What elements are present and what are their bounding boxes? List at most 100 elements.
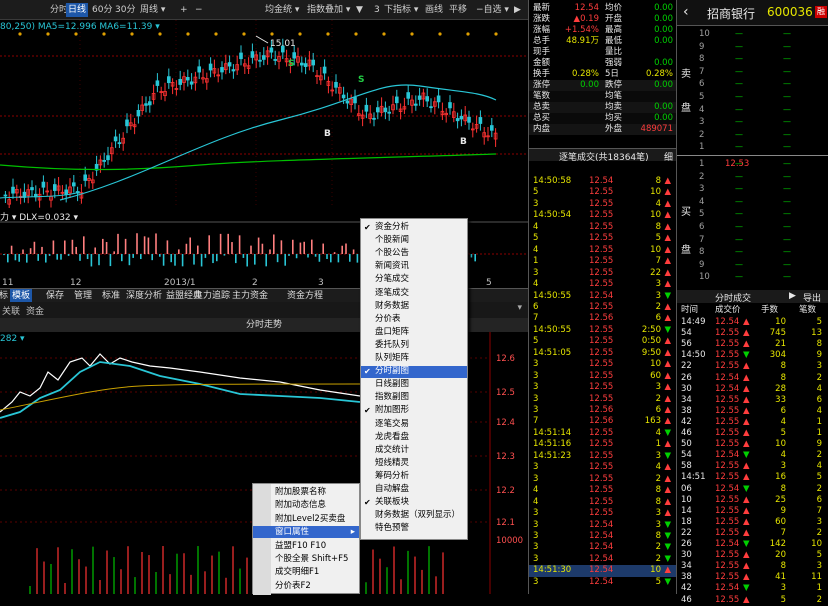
menu-item-12[interactable]: 日线副图 <box>361 379 467 391</box>
tick-row[interactable]: 14:51:1412.554▼ <box>529 428 677 440</box>
tick-row[interactable]: 312.553▲ <box>529 382 677 394</box>
tick-row[interactable]: 412.558▲ <box>529 497 677 509</box>
indicator-tab-4[interactable]: 标准 <box>100 289 122 303</box>
tick-row[interactable]: 312.542▼ <box>529 554 677 566</box>
scroll-right-icon[interactable]: ▶ <box>512 3 523 17</box>
tick-row[interactable]: 712.566▲ <box>529 313 677 325</box>
toolbar-item-5[interactable]: + <box>178 3 190 17</box>
tick-row[interactable]: 14:51:1612.551▲ <box>529 439 677 451</box>
tick-row[interactable]: 312.552▲ <box>529 474 677 486</box>
menu2-item-5[interactable]: 个股全景 Shift+F5 <box>253 553 359 565</box>
menu2-item-4[interactable]: 益盟F10 F10 <box>253 540 359 552</box>
tab-funds[interactable]: 资金 <box>26 304 44 317</box>
fs-row[interactable]: 3012.55▲205 <box>677 550 828 562</box>
toolbar-item-3[interactable]: 30分 <box>113 3 137 17</box>
menu-item-13[interactable]: 指数副图 <box>361 392 467 404</box>
fs-row[interactable]: 4212.55▲41 <box>677 417 828 429</box>
menu-item-17[interactable]: 成交统计 <box>361 445 467 457</box>
tick-row[interactable]: 14:51:2312.553▼ <box>529 451 677 463</box>
toolbar-item-8[interactable]: 指数叠加 ▾ <box>305 3 352 17</box>
tick-row[interactable]: 512.555▲ <box>529 233 677 245</box>
tick-row[interactable]: 412.558▲ <box>529 222 677 234</box>
fs-list[interactable]: 时间成交价手数笔数14:4912.54▲1055412.55▲745135612… <box>677 303 828 594</box>
tick-row[interactable]: 412.558▲ <box>529 485 677 497</box>
fs-row[interactable]: 3812.55▲64 <box>677 406 828 418</box>
indicator-tab-9[interactable]: 资金方程 <box>285 289 325 303</box>
tick-row[interactable]: 312.543▼ <box>529 520 677 532</box>
tick-row[interactable]: 712.56163▲ <box>529 416 677 428</box>
menu-item-16[interactable]: 龙虎看盘 <box>361 432 467 444</box>
tick-row[interactable]: 312.552▲ <box>529 394 677 406</box>
menu2-item-1[interactable]: 附加动态信息 <box>253 499 359 511</box>
tick-row[interactable]: 312.566▲ <box>529 405 677 417</box>
tick-row[interactable]: 312.554▲ <box>529 462 677 474</box>
menu2-item-7[interactable]: 分价表F2 <box>253 580 359 592</box>
indicator-tab-2[interactable]: 保存 <box>44 289 66 303</box>
tick-row[interactable]: 14:50:5812.548▲ <box>529 176 677 188</box>
fs-row[interactable]: 4612.55▲51 <box>677 428 828 440</box>
tick-row[interactable]: 412.553▲ <box>529 279 677 291</box>
fs-row[interactable]: 3412.55▲336 <box>677 395 828 407</box>
menu-item-0[interactable]: ✔资金分析 <box>361 222 467 234</box>
tick-row[interactable]: 312.5510▲ <box>529 359 677 371</box>
fs-row[interactable]: 3412.55▲83 <box>677 561 828 573</box>
toolbar-item-2[interactable]: 60分 <box>90 3 114 17</box>
fs-row[interactable]: 1012.55▲256 <box>677 495 828 507</box>
menu2-item-6[interactable]: 成交明细F1 <box>253 566 359 578</box>
fs-row[interactable]: 14:5112.55▲165 <box>677 472 828 484</box>
fs-row[interactable]: 2212.55▲83 <box>677 361 828 373</box>
tick-row[interactable]: 312.542▼ <box>529 542 677 554</box>
toolbar-item-6[interactable]: − <box>193 3 205 17</box>
tick-row[interactable]: 612.552▲ <box>529 302 677 314</box>
toolbar-item-13[interactable]: 平移 <box>447 3 469 17</box>
fs-row[interactable]: 2612.54▼14210 <box>677 539 828 551</box>
fs-row[interactable]: 3012.54▲284 <box>677 384 828 396</box>
toolbar-item-11[interactable]: 下指标 ▾ <box>382 3 420 17</box>
tab-related[interactable]: 关联 <box>2 304 20 317</box>
tick-row[interactable]: 312.554▲ <box>529 199 677 211</box>
menu-item-4[interactable]: 分笔成交 <box>361 274 467 286</box>
menu-item-3[interactable]: 新闻资讯 <box>361 261 467 273</box>
fs-row[interactable]: 5412.54▼42 <box>677 450 828 462</box>
menu2-item-2[interactable]: 附加Level2买卖盘 <box>253 513 359 525</box>
fs-row[interactable]: 2612.54▲82 <box>677 373 828 385</box>
menu-item-7[interactable]: 分价表 <box>361 314 467 326</box>
menu-item-22[interactable]: 财务数据（双列显示） <box>361 510 467 522</box>
fs-row[interactable]: 3812.55▲4111 <box>677 572 828 584</box>
tick-row[interactable]: 14:51:3012.5410▲ <box>529 565 677 577</box>
kline-chart[interactable]: 15.01SSBB 80,250) MA5=12.996 MA6=11.39 ▾ <box>0 20 528 208</box>
fs-row[interactable]: 5012.55▲109 <box>677 439 828 451</box>
toolbar-item-9[interactable]: ▼ <box>354 3 365 17</box>
menu-item-2[interactable]: 个股公告 <box>361 248 467 260</box>
menu2-item-3[interactable]: 窗口属性▸ <box>253 526 359 538</box>
fs-row[interactable]: 1812.55▲603 <box>677 517 828 529</box>
indicator-tab-1[interactable]: 模板 <box>10 289 32 303</box>
fs-row[interactable]: 4612.55▲52 <box>677 595 828 606</box>
fs-row[interactable]: 14:5012.55▼3049 <box>677 350 828 362</box>
toolbar-item-14[interactable]: −自选 ▾ <box>474 3 511 17</box>
tick-row[interactable]: 14:50:5512.552:50▼ <box>529 325 677 337</box>
menu-item-8[interactable]: 盘口矩阵 <box>361 327 467 339</box>
toolbar-item-12[interactable]: 画线 <box>423 3 445 17</box>
tick-row[interactable]: 512.550:50▲ <box>529 336 677 348</box>
tick-row[interactable]: 14:50:5412.5510▲ <box>529 210 677 222</box>
menu-item-15[interactable]: 逐笔交易 <box>361 419 467 431</box>
tick-row[interactable]: 512.5510▲ <box>529 187 677 199</box>
back-icon[interactable]: ‹ <box>683 4 689 20</box>
tick-row[interactable]: 412.5510▲ <box>529 245 677 257</box>
export-icon[interactable]: ▶ <box>789 291 796 301</box>
menu-item-5[interactable]: 逐笔成交 <box>361 288 467 300</box>
tick-row[interactable]: 312.548▼ <box>529 531 677 543</box>
tick-list[interactable]: 14:50:5812.548▲512.5510▲312.554▲14:50:54… <box>528 162 676 594</box>
indicator-tab-3[interactable]: 管理 <box>72 289 94 303</box>
toolbar-item-4[interactable]: 周线 ▾ <box>138 3 167 17</box>
indicator-tab-7[interactable]: 主力追踪 <box>192 289 232 303</box>
menu-item-1[interactable]: 个股新闻 <box>361 235 467 247</box>
menu-item-18[interactable]: 短线精灵 <box>361 458 467 470</box>
tick-row[interactable]: 312.545▼ <box>529 577 677 589</box>
fs-row[interactable]: 5412.55▲74513 <box>677 328 828 340</box>
collapse-icon[interactable]: ▾ <box>517 303 522 313</box>
menu-item-20[interactable]: 自动解盘 <box>361 484 467 496</box>
fs-row[interactable]: 1412.55▲97 <box>677 506 828 518</box>
fs-row[interactable]: 0612.54▼82 <box>677 484 828 496</box>
